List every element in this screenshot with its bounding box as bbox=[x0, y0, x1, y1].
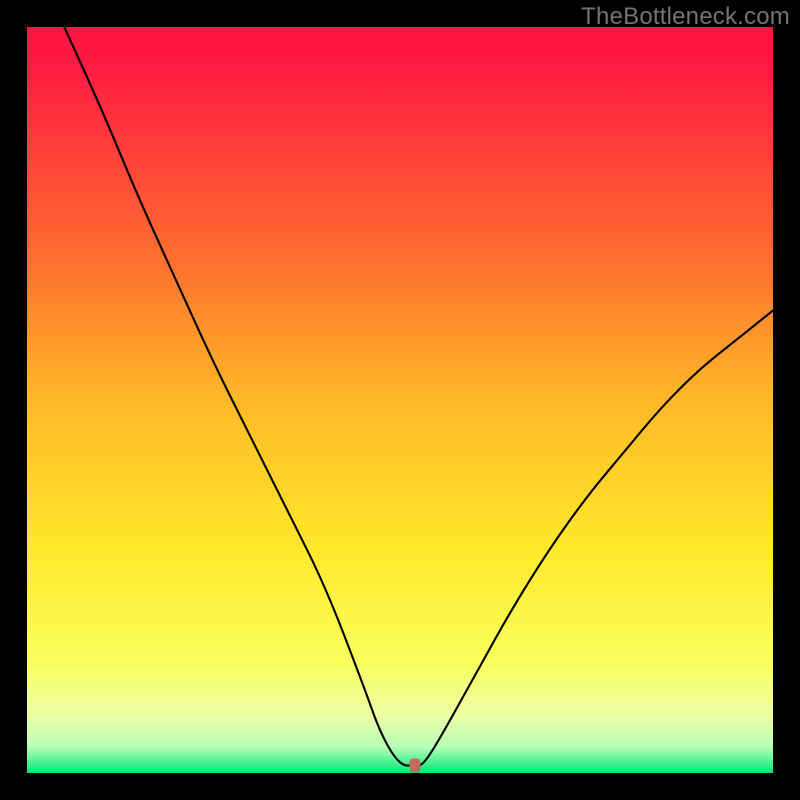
gradient-background bbox=[27, 27, 773, 773]
watermark-text: TheBottleneck.com bbox=[581, 3, 790, 31]
plot-area bbox=[27, 27, 773, 773]
chart-frame: TheBottleneck.com bbox=[0, 0, 800, 800]
chart-svg bbox=[27, 27, 773, 773]
marker-dot bbox=[409, 759, 420, 773]
